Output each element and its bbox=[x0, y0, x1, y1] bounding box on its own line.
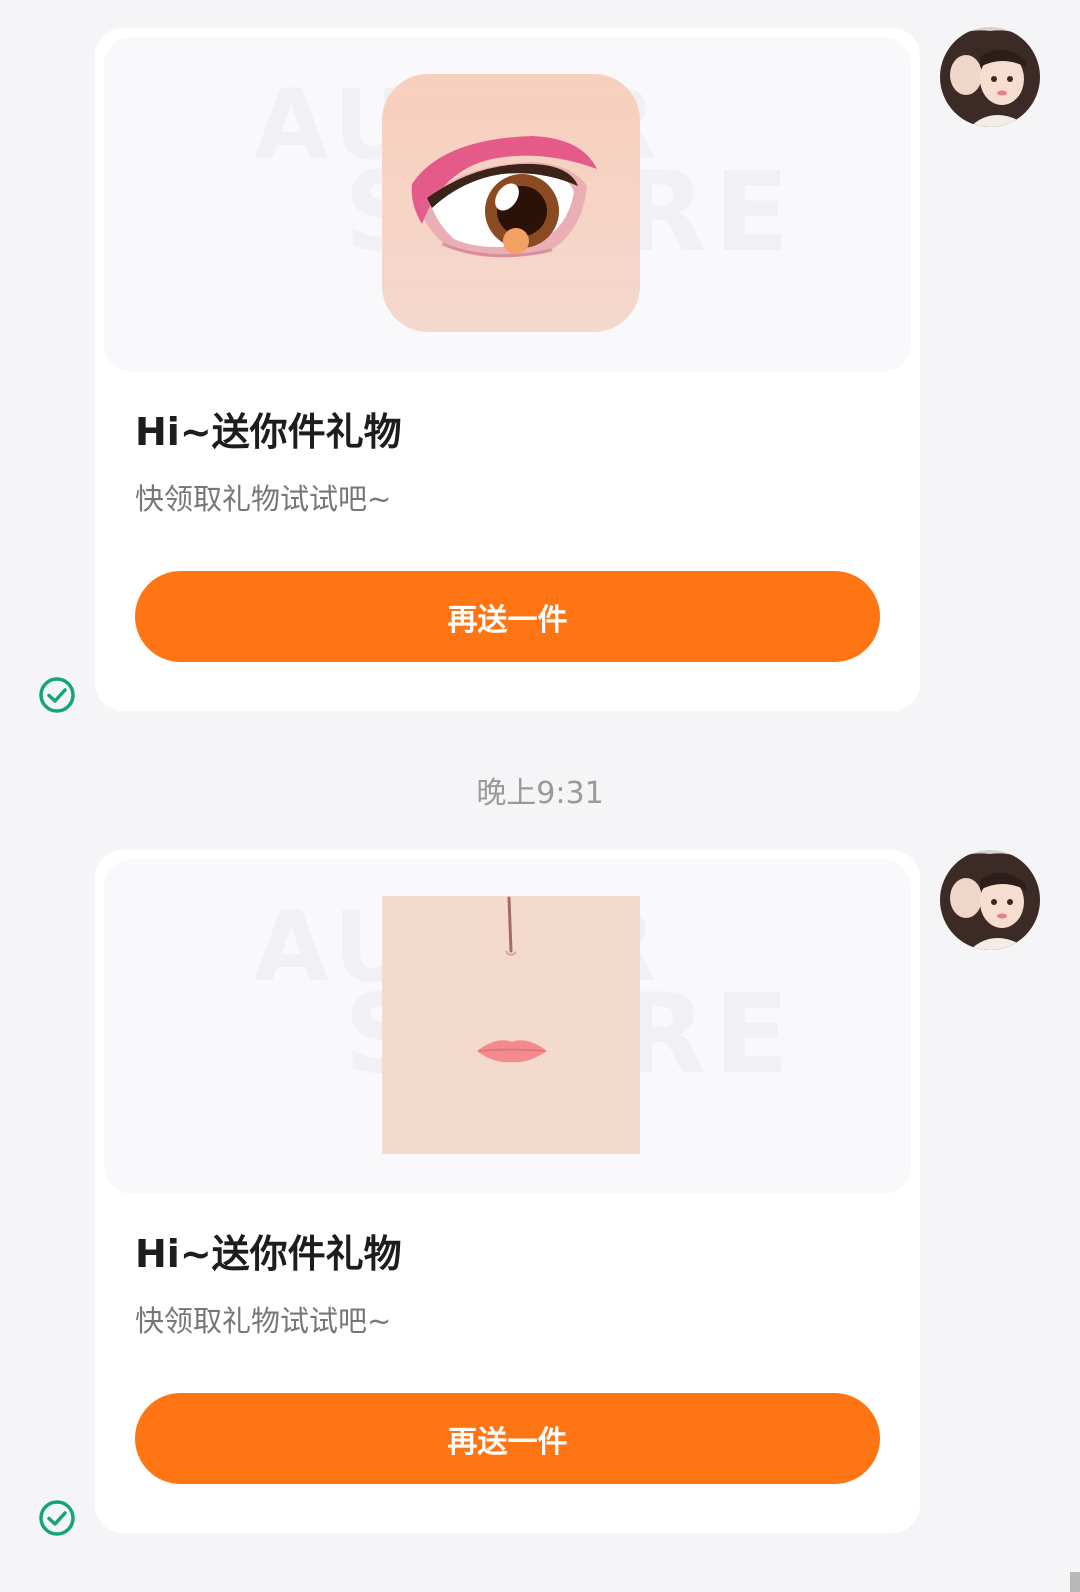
check-circle-icon bbox=[38, 676, 76, 714]
check-circle-icon bbox=[38, 1499, 76, 1537]
user-avatar-image bbox=[940, 27, 1040, 127]
resend-gift-button[interactable]: 再送一件 bbox=[135, 1393, 880, 1484]
gift-title: Hi~送你件礼物 bbox=[135, 410, 402, 454]
gift-media-area[interactable]: AUTOR SCORE bbox=[104, 859, 911, 1194]
eye-makeup-image[interactable] bbox=[382, 74, 640, 332]
avatar[interactable] bbox=[940, 27, 1040, 127]
gift-media-area[interactable]: AUTOR SCORE bbox=[104, 37, 911, 372]
eye-makeup-graphic bbox=[382, 74, 640, 332]
face-nose-lips-image[interactable] bbox=[382, 896, 640, 1154]
message-timestamp: 晚上9:31 bbox=[476, 776, 604, 811]
gift-title: Hi~送你件礼物 bbox=[135, 1232, 402, 1276]
gift-message-card[interactable]: AUTOR SCORE Hi~送你件礼物 快领取礼物试试吧~ 再送一件 bbox=[95, 850, 920, 1533]
user-avatar-image bbox=[940, 850, 1040, 950]
gift-message-card[interactable]: AUTOR SCORE bbox=[95, 28, 920, 711]
avatar[interactable] bbox=[940, 850, 1040, 950]
gift-subtitle: 快领取礼物试试吧~ bbox=[135, 1304, 392, 1338]
gift-subtitle: 快领取礼物试试吧~ bbox=[135, 482, 392, 516]
resend-gift-button[interactable]: 再送一件 bbox=[135, 571, 880, 662]
scrollbar[interactable] bbox=[1070, 1572, 1080, 1592]
face-nose-lips-graphic bbox=[382, 896, 640, 1154]
